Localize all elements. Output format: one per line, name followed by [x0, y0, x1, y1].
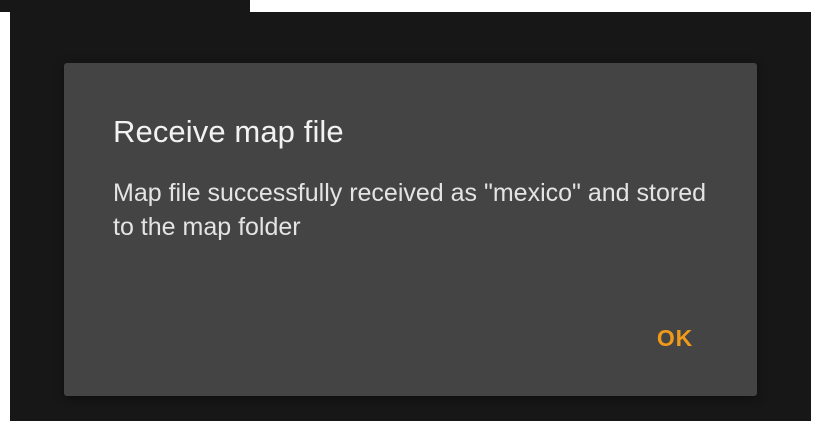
screen-background: Receive map file Map file successfully r… [10, 12, 811, 421]
dialog-message: Map file successfully received as "mexic… [113, 179, 707, 241]
ok-button[interactable]: OK [647, 317, 703, 360]
top-cutout [0, 0, 250, 12]
receive-map-dialog: Receive map file Map file successfully r… [64, 63, 757, 396]
dialog-title: Receive map file [113, 114, 344, 149]
